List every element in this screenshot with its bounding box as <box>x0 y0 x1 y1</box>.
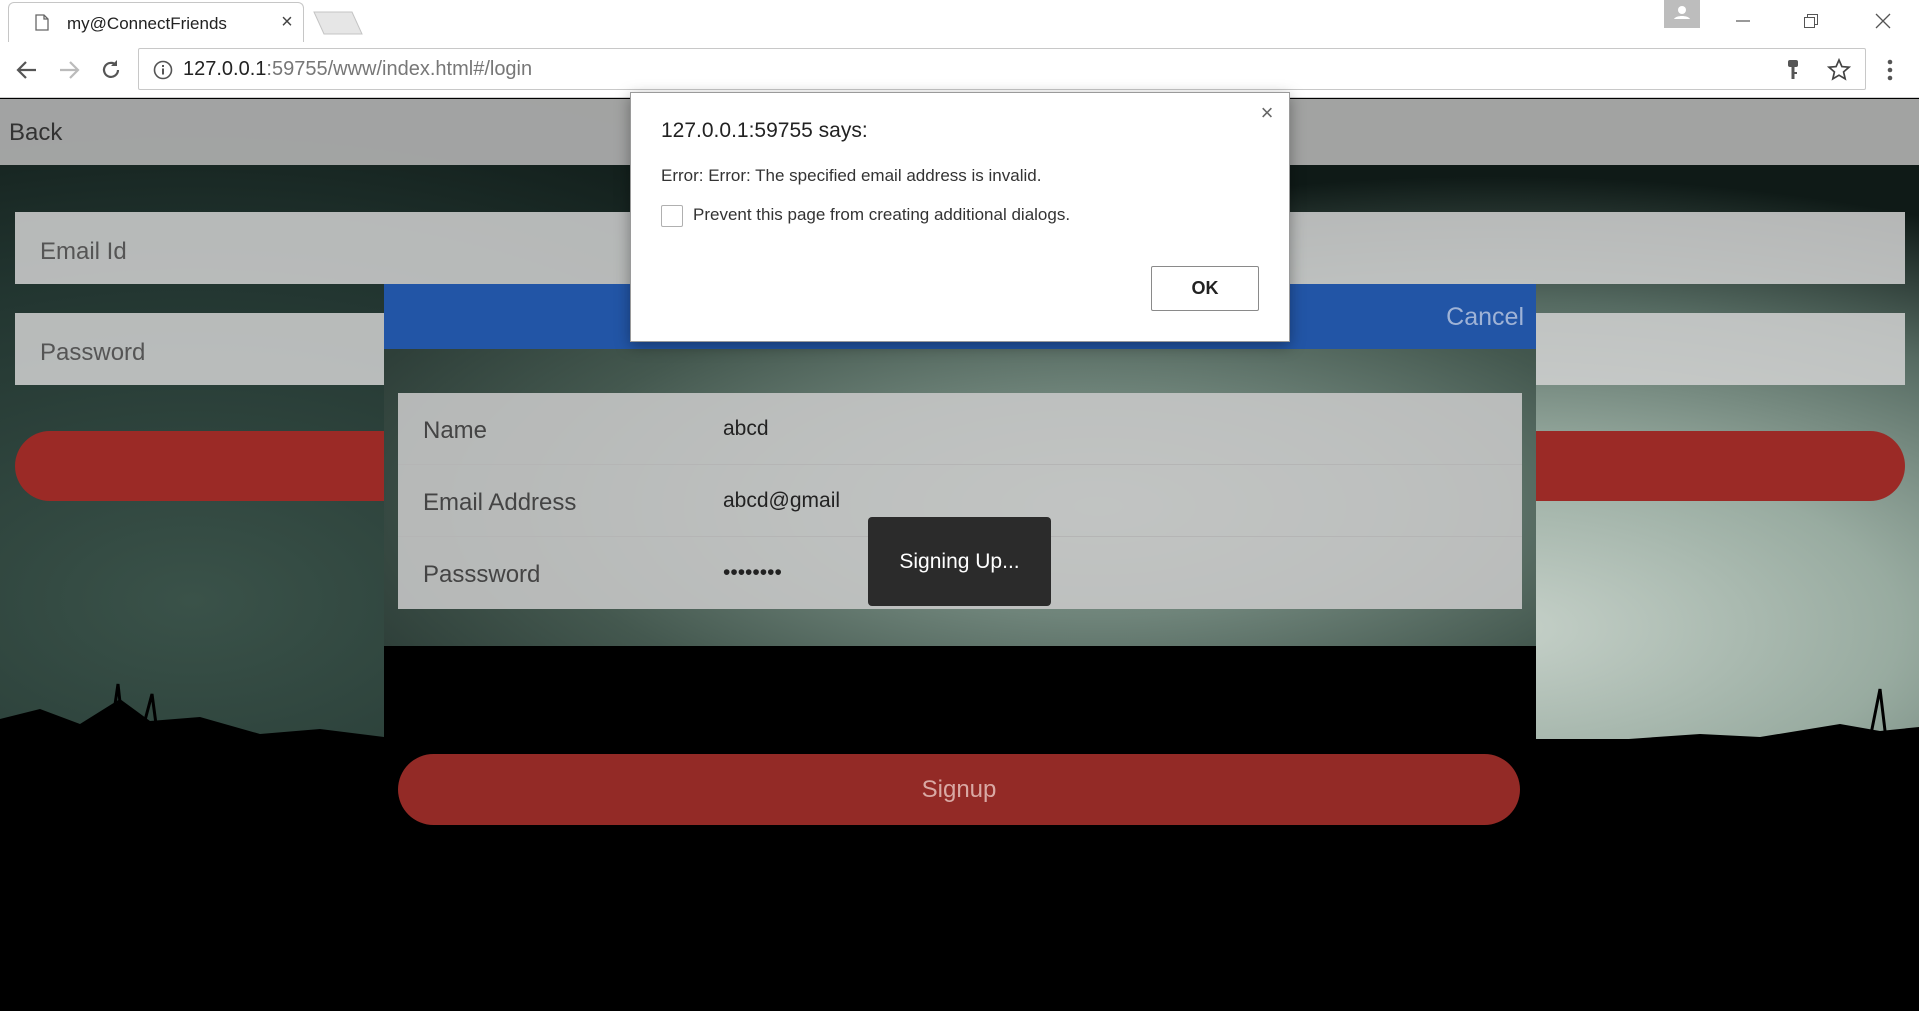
back-arrow-icon[interactable] <box>12 55 42 85</box>
dialog-message: Error: Error: The specified email addres… <box>661 166 1042 185</box>
browser-tab[interactable]: my@ConnectFriends × <box>8 2 304 42</box>
dialog-title: 127.0.0.1:59755 says: <box>661 119 868 142</box>
prevent-dialogs-checkbox[interactable] <box>661 205 683 227</box>
prevent-dialogs-label[interactable]: Prevent this page from creating addition… <box>693 205 1070 225</box>
email-address-input[interactable]: abcd@gmail <box>723 489 840 513</box>
forward-arrow-icon[interactable] <box>54 55 84 85</box>
bookmark-star-icon[interactable] <box>1827 58 1851 82</box>
dialog-close-icon[interactable]: × <box>1257 102 1277 124</box>
browser-menu-icon[interactable] <box>1884 57 1896 83</box>
info-icon[interactable] <box>153 60 173 80</box>
page-icon <box>35 14 49 31</box>
profile-avatar-icon[interactable] <box>1664 0 1700 28</box>
ok-button[interactable]: OK <box>1151 266 1259 311</box>
browser-tabstrip: my@ConnectFriends × <box>0 0 1919 42</box>
cancel-button[interactable]: Cancel <box>1446 303 1524 332</box>
name-input[interactable]: abcd <box>723 417 769 441</box>
tab-close-icon[interactable]: × <box>277 12 297 32</box>
url-path: :59755/www/index.html#/login <box>266 58 533 80</box>
signup-button[interactable]: Signup <box>398 754 1520 825</box>
minimize-icon[interactable] <box>1718 4 1768 38</box>
password-input[interactable]: •••••••• <box>723 561 782 585</box>
url-text: 127.0.0.1:59755/www/index.html#/login <box>183 58 532 81</box>
password-label: Passsword <box>423 561 541 588</box>
loading-indicator: Signing Up... <box>868 517 1051 606</box>
reload-icon[interactable] <box>96 55 126 85</box>
tab-title: my@ConnectFriends <box>67 14 227 33</box>
name-label: Name <box>423 417 488 444</box>
close-window-icon[interactable] <box>1858 4 1908 38</box>
alert-dialog: 127.0.0.1:59755 says: × Error: Error: Th… <box>630 92 1290 342</box>
new-tab-button[interactable] <box>312 11 364 35</box>
url-host: 127.0.0.1 <box>183 58 267 80</box>
name-row[interactable]: Name abcd <box>398 393 1522 465</box>
back-button[interactable]: Back <box>9 119 62 147</box>
email-address-label: Email Address <box>423 489 577 516</box>
key-icon[interactable] <box>1783 59 1803 81</box>
browser-toolbar: 127.0.0.1:59755/www/index.html#/login <box>0 42 1919 98</box>
restore-icon[interactable] <box>1786 4 1836 38</box>
address-bar[interactable]: 127.0.0.1:59755/www/index.html#/login <box>138 48 1866 90</box>
